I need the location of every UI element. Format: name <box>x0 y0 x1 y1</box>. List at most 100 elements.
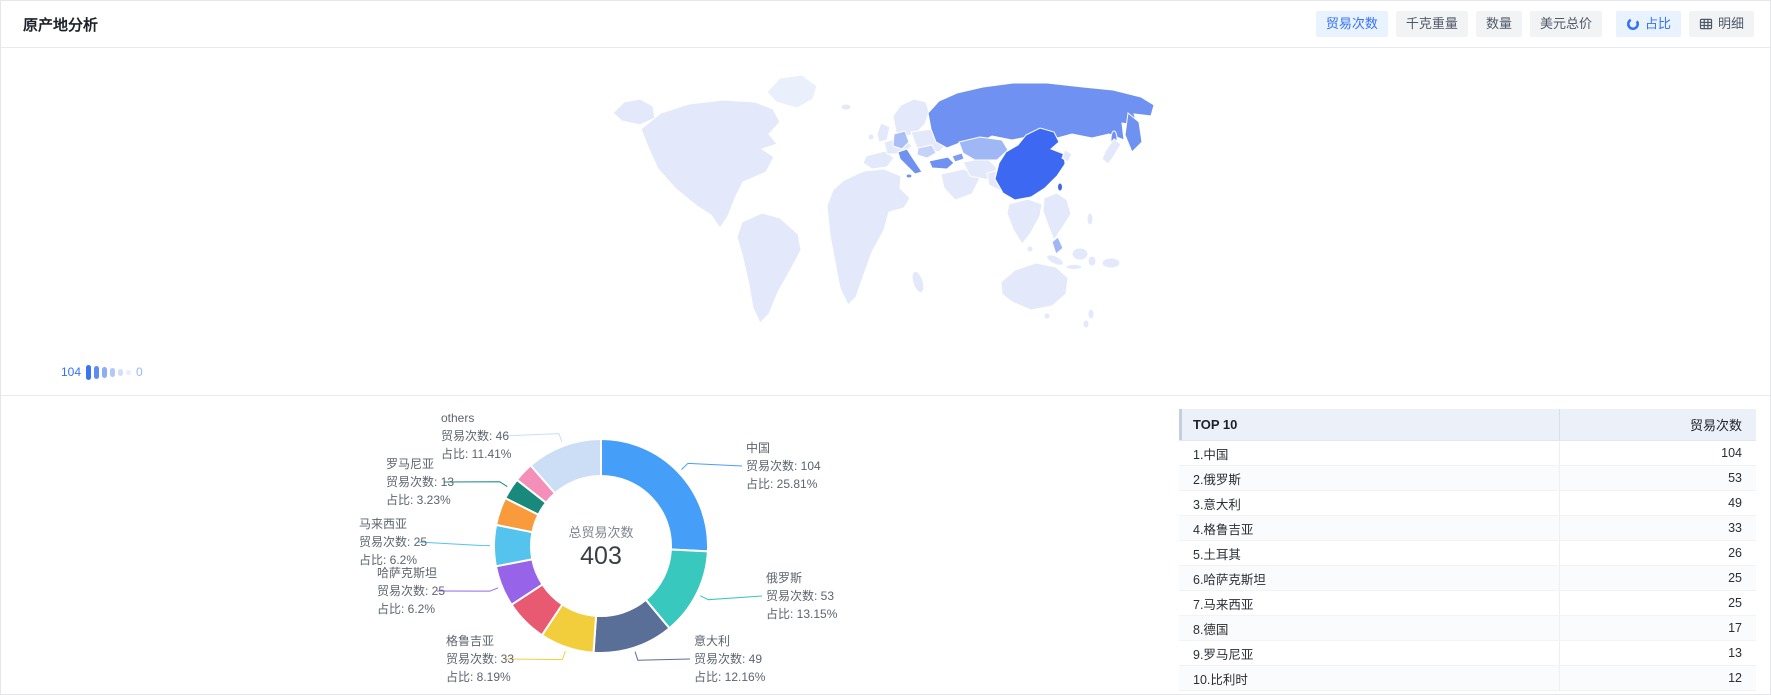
table-header-metric: 贸易次数 <box>1559 409 1756 441</box>
legend-bar <box>126 370 131 375</box>
label-trade-count: 贸易次数: 13 <box>386 473 454 491</box>
map-region-new-zealand-s[interactable] <box>1083 320 1089 328</box>
donut-callout-label: others贸易次数: 46占比: 11.41% <box>441 409 511 463</box>
map-region-north-america[interactable] <box>641 100 780 228</box>
label-trade-pct: 占比: 12.16% <box>694 668 765 686</box>
table-header-top10: TOP 10 <box>1179 409 1559 441</box>
metric-tab-quantity[interactable]: 数量 <box>1476 11 1522 37</box>
table-row[interactable]: 5.土耳其26 <box>1179 541 1756 566</box>
legend-bar <box>110 368 115 377</box>
label-trade-count: 贸易次数: 46 <box>441 427 511 445</box>
label-trade-count: 贸易次数: 25 <box>377 582 445 600</box>
table-cell-country: 4.格鲁吉亚 <box>1179 516 1559 541</box>
map-region-sicily[interactable] <box>906 174 912 178</box>
donut-label-leader <box>418 542 490 546</box>
donut-chart-icon <box>1626 17 1640 31</box>
metric-tab-trade-count[interactable]: 贸易次数 <box>1316 11 1388 37</box>
donut-callout-label: 意大利贸易次数: 49占比: 12.16% <box>694 632 765 686</box>
table-cell-country: 10.比利时 <box>1179 666 1559 691</box>
label-country-name: 马来西亚 <box>359 515 427 533</box>
table-cell-country: 8.德国 <box>1179 616 1559 641</box>
map-region-africa[interactable] <box>827 169 910 305</box>
legend-bar <box>118 369 123 376</box>
label-trade-pct: 占比: 6.2% <box>359 551 427 569</box>
legend-bar <box>86 365 91 380</box>
table-cell-value: 104 <box>1559 441 1756 466</box>
label-trade-count: 贸易次数: 25 <box>359 533 427 551</box>
view-tab-label: 明细 <box>1718 11 1744 37</box>
map-region-australia[interactable] <box>1001 263 1068 310</box>
map-region-alaska[interactable] <box>613 99 655 125</box>
table-row[interactable]: 1.中国104 <box>1179 441 1756 466</box>
map-region-new-zealand-n[interactable] <box>1088 309 1094 319</box>
metric-tab-label: 美元总价 <box>1540 11 1592 37</box>
metric-tab-kg-weight[interactable]: 千克重量 <box>1396 11 1468 37</box>
map-region-new-guinea[interactable] <box>1102 258 1120 268</box>
map-region-uk[interactable] <box>877 123 890 142</box>
table-cell-value: 25 <box>1559 566 1756 591</box>
legend-min-value: 0 <box>136 365 143 379</box>
map-region-kamchatka[interactable] <box>1125 113 1142 152</box>
metric-tab-label: 数量 <box>1486 11 1512 37</box>
donut-label-leader <box>506 651 565 660</box>
view-tab-label: 占比 <box>1645 11 1671 37</box>
table-row[interactable]: 9.罗马尼亚13 <box>1179 641 1756 666</box>
donut-slice-0[interactable] <box>601 439 708 551</box>
world-choropleth-map[interactable] <box>1 48 1771 395</box>
label-country-name: 意大利 <box>694 632 765 650</box>
map-region-borneo[interactable] <box>1072 248 1088 260</box>
map-country-kazakhstan[interactable] <box>959 137 1008 160</box>
table-cell-country: 2.俄罗斯 <box>1179 466 1559 491</box>
table-cell-country: 1.中国 <box>1179 441 1559 466</box>
map-country-turkey[interactable] <box>929 157 954 169</box>
table-row[interactable]: 10.比利时12 <box>1179 666 1756 691</box>
donut-label-leader <box>635 652 690 661</box>
map-region-ireland[interactable] <box>868 134 874 140</box>
map-region-se-asia[interactable] <box>1043 193 1071 240</box>
label-trade-count: 贸易次数: 104 <box>746 457 821 475</box>
map-region-sulawesi[interactable] <box>1088 256 1096 266</box>
table-row[interactable]: 4.格鲁吉亚33 <box>1179 516 1756 541</box>
table-cell-value: 49 <box>1559 491 1756 516</box>
view-tab-proportion[interactable]: 占比 <box>1616 11 1681 37</box>
table-cell-value: 17 <box>1559 616 1756 641</box>
table-row[interactable]: 2.俄罗斯53 <box>1179 466 1756 491</box>
map-visual-legend[interactable]: 104 0 <box>61 362 143 382</box>
table-row[interactable]: 8.德国17 <box>1179 616 1756 641</box>
map-region-india[interactable] <box>1007 199 1042 244</box>
label-trade-count: 贸易次数: 49 <box>694 650 765 668</box>
map-region-sri-lanka[interactable] <box>1027 246 1033 252</box>
legend-bar <box>94 366 99 379</box>
table-cell-country: 9.罗马尼亚 <box>1179 641 1559 666</box>
donut-label-leader <box>681 463 742 469</box>
table-header-row: TOP 10 贸易次数 <box>1179 409 1756 441</box>
donut-callout-label: 罗马尼亚贸易次数: 13占比: 3.23% <box>386 455 454 509</box>
map-region-madagascar[interactable] <box>910 270 926 294</box>
map-region-tasmania[interactable] <box>1044 313 1050 319</box>
map-region-philippines[interactable] <box>1087 213 1093 225</box>
map-region-iceland[interactable] <box>841 104 851 110</box>
map-region-south-america[interactable] <box>737 213 801 323</box>
page-title: 原产地分析 <box>23 14 98 35</box>
table-cell-country: 7.马来西亚 <box>1179 591 1559 616</box>
label-trade-pct: 占比: 3.23% <box>386 491 454 509</box>
label-trade-pct: 占比: 25.81% <box>746 475 821 493</box>
map-region-taiwan[interactable] <box>1058 183 1063 191</box>
table-row[interactable]: 6.哈萨克斯坦25 <box>1179 566 1756 591</box>
table-cell-value: 33 <box>1559 516 1756 541</box>
metric-tab-usd-total[interactable]: 美元总价 <box>1530 11 1602 37</box>
map-country-georgia[interactable] <box>952 153 964 162</box>
map-region-java[interactable] <box>1066 265 1082 270</box>
map-region-greenland[interactable] <box>767 75 817 108</box>
table-cell-country: 5.土耳其 <box>1179 541 1559 566</box>
donut-callout-label: 马来西亚贸易次数: 25占比: 6.2% <box>359 515 427 569</box>
top10-table: TOP 10 贸易次数 1.中国1042.俄罗斯533.意大利494.格鲁吉亚3… <box>1179 409 1756 691</box>
table-row[interactable]: 3.意大利49 <box>1179 491 1756 516</box>
table-row[interactable]: 7.马来西亚25 <box>1179 591 1756 616</box>
label-country-name: 格鲁吉亚 <box>446 632 514 650</box>
table-cell-value: 26 <box>1559 541 1756 566</box>
map-region-japan[interactable] <box>1102 139 1121 164</box>
metric-tab-label: 贸易次数 <box>1326 11 1378 37</box>
label-trade-pct: 占比: 8.19% <box>446 668 514 686</box>
view-tab-detail[interactable]: 明细 <box>1689 11 1754 37</box>
